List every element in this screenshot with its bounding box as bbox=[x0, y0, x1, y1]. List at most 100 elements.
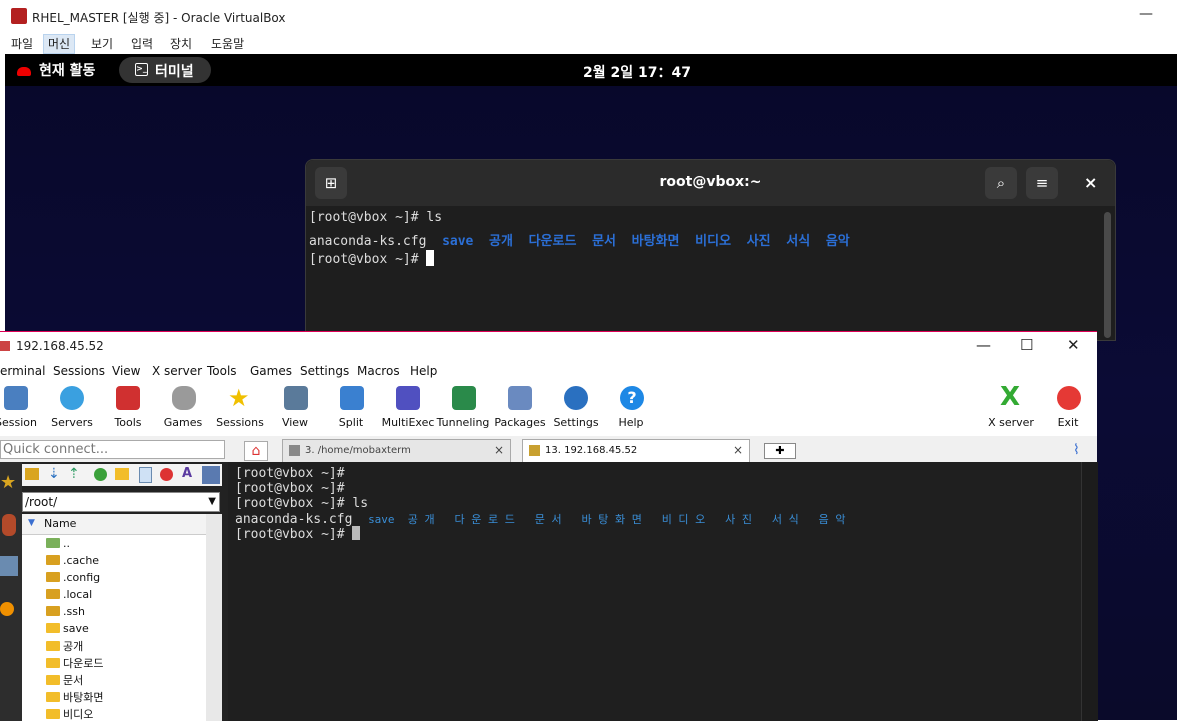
rename-icon[interactable]: A bbox=[182, 466, 192, 481]
toolbar-tunneling-label[interactable]: Tunneling bbox=[433, 416, 493, 429]
list-item[interactable]: .ssh bbox=[46, 605, 85, 618]
terminal-body[interactable]: [root@vbox ~]# ls anaconda-ks.cfg save 공… bbox=[306, 206, 1115, 340]
view-icon[interactable] bbox=[284, 386, 308, 410]
close-tab-icon[interactable]: × bbox=[494, 443, 504, 457]
toolbar-servers-label[interactable]: Servers bbox=[42, 416, 102, 429]
menu-file[interactable]: 파일 bbox=[7, 35, 37, 53]
list-item[interactable]: .config bbox=[46, 571, 100, 584]
new-file-icon[interactable] bbox=[139, 467, 152, 483]
terminal-follow-icon[interactable] bbox=[202, 466, 220, 484]
file-label: 다운로드 bbox=[63, 657, 104, 670]
name-column-header[interactable]: ▼ Name bbox=[22, 514, 206, 535]
clock[interactable]: 2월 2일 17：47 bbox=[583, 62, 691, 82]
close-button[interactable]: ✕ bbox=[1067, 336, 1080, 354]
attach-icon[interactable]: ⌇ bbox=[1073, 442, 1080, 458]
refresh-icon[interactable] bbox=[94, 468, 107, 481]
toolbar-multiexec-label[interactable]: MultiExec bbox=[378, 416, 438, 429]
terminal-headerbar: ⊞ root@vbox:~ ⌕ ≡ × bbox=[306, 160, 1115, 206]
menu-machine[interactable]: 머신 bbox=[43, 34, 76, 54]
list-item[interactable]: .cache bbox=[46, 554, 99, 567]
menu-view[interactable]: 보기 bbox=[87, 35, 117, 53]
send-icon[interactable] bbox=[0, 556, 18, 576]
menu-xserver[interactable]: X server bbox=[152, 364, 202, 378]
minimize-button[interactable]: — bbox=[1139, 6, 1153, 22]
search-icon[interactable]: ⌕ bbox=[985, 167, 1017, 199]
menu-help[interactable]: Help bbox=[410, 364, 437, 378]
toolbar-help-label[interactable]: Help bbox=[601, 416, 661, 429]
new-folder-icon[interactable] bbox=[115, 468, 129, 480]
minimize-button[interactable]: — bbox=[976, 336, 991, 354]
help-icon[interactable]: ? bbox=[620, 386, 644, 410]
list-item[interactable]: 공개 bbox=[46, 638, 83, 654]
packages-icon[interactable] bbox=[508, 386, 532, 410]
download-icon[interactable]: ⇣ bbox=[48, 466, 60, 482]
multiexec-icon[interactable] bbox=[396, 386, 420, 410]
menu-input[interactable]: 입력 bbox=[127, 35, 157, 53]
close-icon[interactable]: × bbox=[1084, 173, 1097, 192]
menu-games[interactable]: Games bbox=[250, 364, 292, 378]
gnome-terminal-window[interactable]: ⊞ root@vbox:~ ⌕ ≡ × [root@vbox ~]# ls an… bbox=[305, 159, 1116, 341]
home-tab-icon[interactable]: ⌂ bbox=[244, 441, 268, 461]
list-item[interactable]: save bbox=[46, 622, 89, 635]
exit-power-icon[interactable] bbox=[1057, 386, 1081, 410]
menu-terminal[interactable]: erminal bbox=[0, 364, 45, 378]
toolbar-view-label[interactable]: View bbox=[265, 416, 325, 429]
tools-icon[interactable] bbox=[116, 386, 140, 410]
sftp-path-field[interactable]: /root/ ▼ bbox=[22, 492, 220, 512]
list-item[interactable]: 바탕화면 bbox=[46, 689, 103, 705]
list-item[interactable]: 다운로드 bbox=[46, 655, 103, 671]
split-icon[interactable] bbox=[340, 386, 364, 410]
activities-button[interactable]: 현재 활동 bbox=[17, 60, 95, 80]
sftp-scrollbar[interactable] bbox=[206, 514, 222, 721]
menu-view[interactable]: View bbox=[112, 364, 140, 378]
quick-connect-input[interactable]: Quick connect... bbox=[0, 440, 225, 459]
mobaxterm-titlebar: 192.168.45.52 — ☐ ✕ bbox=[0, 332, 1097, 362]
servers-icon[interactable] bbox=[60, 386, 84, 410]
close-tab-icon[interactable]: × bbox=[733, 443, 743, 457]
toolbar-tools-label[interactable]: Tools bbox=[98, 416, 158, 429]
xserver-icon[interactable]: X bbox=[1000, 382, 1020, 412]
cursor bbox=[352, 526, 361, 540]
terminal-scrollbar[interactable] bbox=[1104, 212, 1111, 338]
toolbar-exit-label[interactable]: Exit bbox=[1038, 416, 1098, 429]
new-tab-button[interactable]: ✚ bbox=[764, 443, 796, 459]
settings-gear-icon[interactable] bbox=[564, 386, 588, 410]
maximize-button[interactable]: ☐ bbox=[1020, 336, 1033, 354]
folder-up-icon[interactable] bbox=[25, 468, 39, 480]
menu-devices[interactable]: 장치 bbox=[166, 35, 196, 53]
menu-tools[interactable]: Tools bbox=[207, 364, 237, 378]
menu-settings[interactable]: Settings bbox=[300, 364, 349, 378]
toolbar-sessions-label[interactable]: Sessions bbox=[210, 416, 270, 429]
toolbar-packages-label[interactable]: Packages bbox=[490, 416, 550, 429]
file-label: .config bbox=[63, 571, 101, 584]
tunneling-icon[interactable] bbox=[452, 386, 476, 410]
upload-icon[interactable]: ⇡ bbox=[68, 466, 80, 482]
menu-help[interactable]: 도움말 bbox=[207, 35, 248, 53]
toolbar-session-label[interactable]: Session bbox=[0, 416, 46, 429]
chevron-down-icon[interactable]: ▼ bbox=[208, 493, 216, 511]
games-icon[interactable] bbox=[172, 386, 196, 410]
sessions-star-icon[interactable]: ★ bbox=[228, 384, 250, 412]
ssh-terminal[interactable]: [root@vbox ~]# [root@vbox ~]# [root@vbox… bbox=[228, 462, 1081, 721]
tools-icon[interactable] bbox=[2, 514, 16, 536]
menu-macros[interactable]: Macros bbox=[357, 364, 400, 378]
toolbar-settings-label[interactable]: Settings bbox=[546, 416, 606, 429]
list-item[interactable]: .local bbox=[46, 588, 92, 601]
menu-sessions[interactable]: Sessions bbox=[53, 364, 105, 378]
macro-icon[interactable] bbox=[0, 602, 14, 616]
terminal-app-pill[interactable]: >_ 터미널 bbox=[119, 57, 211, 83]
list-item[interactable]: .. bbox=[46, 537, 70, 550]
tab-ssh-session[interactable]: 13. 192.168.45.52 × bbox=[522, 439, 750, 462]
folder-icon bbox=[46, 641, 60, 651]
virtualbox-titlebar: RHEL_MASTER [실행 중] - Oracle VirtualBox — bbox=[0, 0, 1177, 32]
menu-icon[interactable]: ≡ bbox=[1026, 167, 1058, 199]
session-icon[interactable] bbox=[4, 386, 28, 410]
terminal-scrollbar[interactable] bbox=[1081, 462, 1098, 721]
sessions-star-icon[interactable]: ★ bbox=[0, 472, 16, 493]
list-item[interactable]: 문서 bbox=[46, 672, 83, 688]
toolbar-xserver-label[interactable]: X server bbox=[981, 416, 1041, 429]
delete-icon[interactable] bbox=[160, 468, 173, 481]
tab-mobaxterm-home[interactable]: 3. /home/mobaxterm × bbox=[282, 439, 511, 462]
toolbar-split-label[interactable]: Split bbox=[321, 416, 381, 429]
toolbar-games-label[interactable]: Games bbox=[153, 416, 213, 429]
